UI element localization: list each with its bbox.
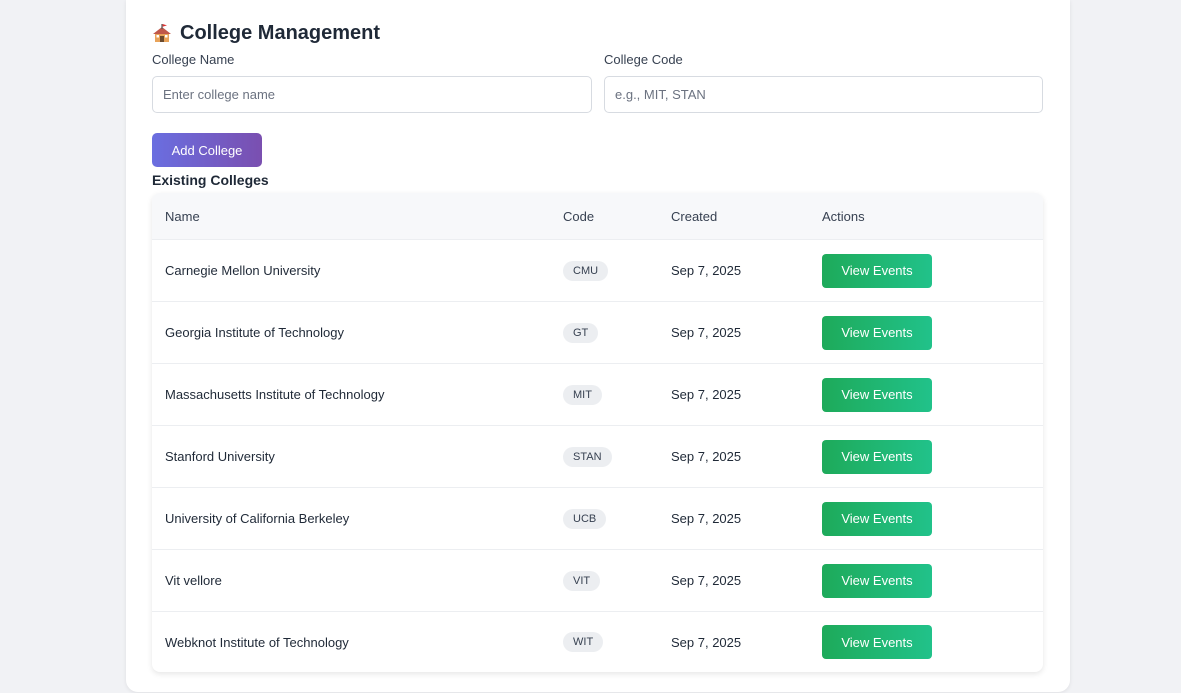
created-date: Sep 7, 2025 [671,634,742,650]
created-date: Sep 7, 2025 [671,263,742,278]
table-row: Stanford University STAN Sep 7, 2025 Vie… [152,426,1043,488]
table-row: Webknot Institute of Technology WIT Sep … [152,612,1043,672]
code-badge: WIT [563,632,604,652]
created-date: Sep 7, 2025 [671,325,742,340]
code-badge: MIT [563,384,602,405]
view-events-button[interactable]: View Events [822,253,932,288]
table-row: Massachusetts Institute of Technology MI… [152,364,1043,426]
school-icon [152,23,172,44]
add-college-button[interactable]: Add College [152,133,262,167]
created-date: Sep 7, 2025 [671,449,742,464]
page-title-text: College Management [180,22,381,44]
colleges-table: Name Code Created Actions Carnegie Mello… [152,193,1043,672]
created-date: Sep 7, 2025 [671,573,742,588]
header-code: Code [563,208,595,224]
table-row: University of California Berkeley UCB Se… [152,488,1043,550]
view-events-button[interactable]: View Events [822,439,932,474]
college-name: Massachusetts Institute of Technology [165,387,385,402]
header-actions: Actions [822,208,865,224]
view-events-button[interactable]: View Events [822,563,932,598]
created-date: Sep 7, 2025 [671,511,742,526]
code-badge: VIT [563,570,601,591]
view-events-button[interactable]: View Events [822,315,932,350]
header-name: Name [165,208,200,224]
code-badge: GT [563,322,599,343]
page-title: College Management [152,22,380,45]
college-name: University of California Berkeley [165,511,350,526]
view-events-button[interactable]: View Events [822,501,932,536]
code-badge: CMU [563,260,609,281]
view-events-button[interactable]: View Events [822,377,932,412]
table-row: Carnegie Mellon University CMU Sep 7, 20… [152,240,1043,302]
college-code-label: College Code [604,52,683,67]
college-name-label: College Name [152,52,235,67]
created-date: Sep 7, 2025 [671,387,742,402]
header-created: Created [671,208,718,224]
table-header: Name Code Created Actions [152,193,1043,240]
code-badge: STAN [563,446,612,467]
college-name: Carnegie Mellon University [165,263,321,278]
college-name-input[interactable] [152,76,592,113]
existing-colleges-title: Existing Colleges [152,172,269,188]
college-name: Webknot Institute of Technology [165,634,349,650]
table-row: Georgia Institute of Technology GT Sep 7… [152,302,1043,364]
code-badge: UCB [563,508,607,529]
college-code-input[interactable] [604,76,1043,113]
view-events-button[interactable]: View Events [822,625,932,659]
college-name: Stanford University [165,449,275,464]
college-name: Vit vellore [165,573,222,588]
college-name: Georgia Institute of Technology [165,325,344,340]
table-row: Vit vellore VIT Sep 7, 2025 View Events [152,550,1043,612]
